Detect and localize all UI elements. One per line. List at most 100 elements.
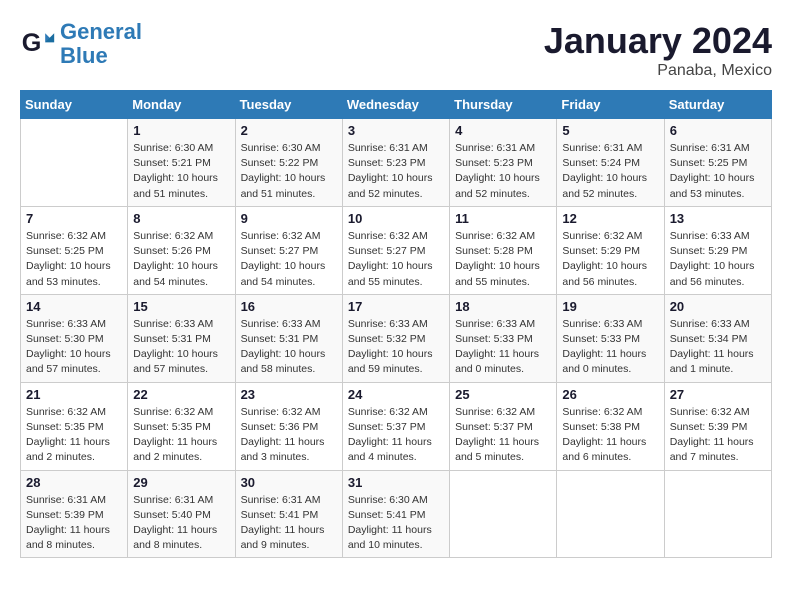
day-info: Sunrise: 6:31 AM Sunset: 5:23 PM Dayligh… [455,141,551,202]
day-info: Sunrise: 6:33 AM Sunset: 5:33 PM Dayligh… [562,317,658,378]
day-info: Sunrise: 6:32 AM Sunset: 5:25 PM Dayligh… [26,229,122,290]
day-number: 6 [670,123,766,138]
week-row-1: 1Sunrise: 6:30 AM Sunset: 5:21 PM Daylig… [21,119,772,207]
weekday-wednesday: Wednesday [342,91,449,119]
calendar-cell: 10 Sunrise: 6:32 AM Sunset: 5:27 PM Dayli… [342,206,449,294]
weekday-sunday: Sunday [21,91,128,119]
calendar-cell: 6 Sunrise: 6:31 AM Sunset: 5:25 PM Daylig… [664,119,771,207]
calendar-cell: 30 Sunrise: 6:31 AM Sunset: 5:41 PM Dayli… [235,470,342,558]
day-info: Sunrise: 6:32 AM Sunset: 5:27 PM Dayligh… [241,229,337,290]
calendar-cell: 9 Sunrise: 6:32 AM Sunset: 5:27 PM Daylig… [235,206,342,294]
day-info: Sunrise: 6:31 AM Sunset: 5:40 PM Dayligh… [133,493,229,554]
logo-line1: General [60,19,142,44]
page-header: G General Blue January 2024 Panaba, Mexi… [20,20,772,80]
calendar-cell: 27 Sunrise: 6:32 AM Sunset: 5:39 PM Dayli… [664,382,771,470]
title-block: January 2024 Panaba, Mexico [544,20,772,80]
calendar-cell: 1Sunrise: 6:30 AM Sunset: 5:21 PM Daylig… [128,119,235,207]
day-info: Sunrise: 6:31 AM Sunset: 5:25 PM Dayligh… [670,141,766,202]
calendar-cell: 24 Sunrise: 6:32 AM Sunset: 5:37 PM Dayli… [342,382,449,470]
logo-text: General Blue [60,20,142,68]
day-info: Sunrise: 6:31 AM Sunset: 5:41 PM Dayligh… [241,493,337,554]
day-number: 29 [133,475,229,490]
day-info: Sunrise: 6:32 AM Sunset: 5:26 PM Dayligh… [133,229,229,290]
day-info: Sunrise: 6:32 AM Sunset: 5:37 PM Dayligh… [348,405,444,466]
day-info: Sunrise: 6:32 AM Sunset: 5:39 PM Dayligh… [670,405,766,466]
week-row-3: 14 Sunrise: 6:33 AM Sunset: 5:30 PM Dayli… [21,294,772,382]
calendar-header: SundayMondayTuesdayWednesdayThursdayFrid… [21,91,772,119]
day-info: Sunrise: 6:32 AM Sunset: 5:27 PM Dayligh… [348,229,444,290]
calendar-body: 1Sunrise: 6:30 AM Sunset: 5:21 PM Daylig… [21,119,772,558]
svg-text:G: G [22,29,42,57]
day-info: Sunrise: 6:33 AM Sunset: 5:33 PM Dayligh… [455,317,551,378]
day-number: 18 [455,299,551,314]
day-info: Sunrise: 6:31 AM Sunset: 5:24 PM Dayligh… [562,141,658,202]
day-number: 19 [562,299,658,314]
calendar-cell: 20 Sunrise: 6:33 AM Sunset: 5:34 PM Dayli… [664,294,771,382]
day-number: 31 [348,475,444,490]
day-info: Sunrise: 6:33 AM Sunset: 5:32 PM Dayligh… [348,317,444,378]
calendar-cell: 12 Sunrise: 6:32 AM Sunset: 5:29 PM Dayli… [557,206,664,294]
day-info: Sunrise: 6:33 AM Sunset: 5:31 PM Dayligh… [133,317,229,378]
day-info: Sunrise: 6:33 AM Sunset: 5:34 PM Dayligh… [670,317,766,378]
calendar-cell: 15Sunrise: 6:33 AM Sunset: 5:31 PM Dayli… [128,294,235,382]
day-number: 26 [562,387,658,402]
day-number: 27 [670,387,766,402]
day-number: 11 [455,211,551,226]
day-info: Sunrise: 6:33 AM Sunset: 5:30 PM Dayligh… [26,317,122,378]
calendar-cell: 21 Sunrise: 6:32 AM Sunset: 5:35 PM Dayli… [21,382,128,470]
calendar-cell [21,119,128,207]
logo: G General Blue [20,20,142,68]
calendar-cell: 7 Sunrise: 6:32 AM Sunset: 5:25 PM Daylig… [21,206,128,294]
weekday-saturday: Saturday [664,91,771,119]
calendar-cell [450,470,557,558]
day-number: 7 [26,211,122,226]
calendar-cell [557,470,664,558]
day-number: 12 [562,211,658,226]
day-info: Sunrise: 6:30 AM Sunset: 5:21 PM Dayligh… [133,141,229,202]
calendar-title: January 2024 [544,20,772,62]
calendar-cell: 14 Sunrise: 6:33 AM Sunset: 5:30 PM Dayli… [21,294,128,382]
day-info: Sunrise: 6:30 AM Sunset: 5:22 PM Dayligh… [241,141,337,202]
calendar-cell: 31Sunrise: 6:30 AM Sunset: 5:41 PM Dayli… [342,470,449,558]
day-info: Sunrise: 6:32 AM Sunset: 5:35 PM Dayligh… [26,405,122,466]
day-number: 24 [348,387,444,402]
day-info: Sunrise: 6:32 AM Sunset: 5:28 PM Dayligh… [455,229,551,290]
day-number: 30 [241,475,337,490]
calendar-cell: 13 Sunrise: 6:33 AM Sunset: 5:29 PM Dayli… [664,206,771,294]
day-info: Sunrise: 6:31 AM Sunset: 5:23 PM Dayligh… [348,141,444,202]
calendar-cell: 19 Sunrise: 6:33 AM Sunset: 5:33 PM Dayli… [557,294,664,382]
calendar-cell: 16Sunrise: 6:33 AM Sunset: 5:31 PM Dayli… [235,294,342,382]
calendar-cell: 26Sunrise: 6:32 AM Sunset: 5:38 PM Dayli… [557,382,664,470]
day-number: 25 [455,387,551,402]
day-number: 28 [26,475,122,490]
day-info: Sunrise: 6:33 AM Sunset: 5:29 PM Dayligh… [670,229,766,290]
day-info: Sunrise: 6:32 AM Sunset: 5:29 PM Dayligh… [562,229,658,290]
weekday-thursday: Thursday [450,91,557,119]
calendar-cell: 5Sunrise: 6:31 AM Sunset: 5:24 PM Daylig… [557,119,664,207]
day-number: 3 [348,123,444,138]
day-number: 20 [670,299,766,314]
calendar-subtitle: Panaba, Mexico [544,62,772,80]
day-number: 23 [241,387,337,402]
week-row-2: 7 Sunrise: 6:32 AM Sunset: 5:25 PM Daylig… [21,206,772,294]
day-info: Sunrise: 6:32 AM Sunset: 5:35 PM Dayligh… [133,405,229,466]
weekday-tuesday: Tuesday [235,91,342,119]
day-number: 2 [241,123,337,138]
day-info: Sunrise: 6:33 AM Sunset: 5:31 PM Dayligh… [241,317,337,378]
day-info: Sunrise: 6:31 AM Sunset: 5:39 PM Dayligh… [26,493,122,554]
day-number: 17 [348,299,444,314]
calendar-cell: 25 Sunrise: 6:32 AM Sunset: 5:37 PM Dayli… [450,382,557,470]
calendar-table: SundayMondayTuesdayWednesdayThursdayFrid… [20,90,772,558]
day-info: Sunrise: 6:32 AM Sunset: 5:37 PM Dayligh… [455,405,551,466]
day-number: 13 [670,211,766,226]
calendar-cell: 28 Sunrise: 6:31 AM Sunset: 5:39 PM Dayli… [21,470,128,558]
day-number: 10 [348,211,444,226]
day-number: 21 [26,387,122,402]
day-number: 14 [26,299,122,314]
day-number: 9 [241,211,337,226]
calendar-cell: 22Sunrise: 6:32 AM Sunset: 5:35 PM Dayli… [128,382,235,470]
weekday-monday: Monday [128,91,235,119]
calendar-cell: 29 Sunrise: 6:31 AM Sunset: 5:40 PM Dayli… [128,470,235,558]
day-info: Sunrise: 6:32 AM Sunset: 5:36 PM Dayligh… [241,405,337,466]
weekday-friday: Friday [557,91,664,119]
